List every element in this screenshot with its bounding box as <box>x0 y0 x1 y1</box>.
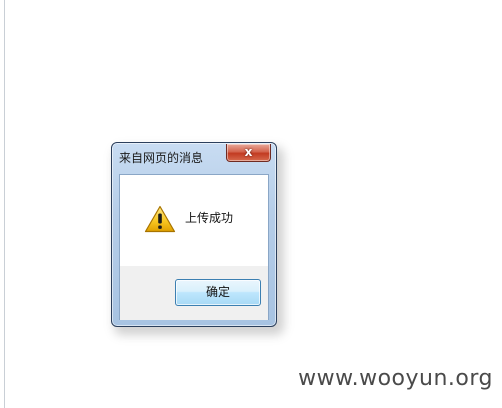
close-button[interactable]: x <box>226 144 271 162</box>
close-icon: x <box>244 145 253 159</box>
message-area: 上传成功 <box>120 175 268 266</box>
alert-dialog: 来自网页的消息 x 上传成功 确定 <box>111 142 277 327</box>
message-text: 上传成功 <box>185 211 234 225</box>
page-edge-divider <box>4 0 5 408</box>
button-area: 确定 <box>120 266 268 320</box>
warning-icon <box>144 205 176 233</box>
dialog-titlebar[interactable]: 来自网页的消息 x <box>112 143 276 173</box>
watermark-text: www.wooyun.org <box>298 366 493 391</box>
dialog-body: 上传成功 确定 <box>119 174 269 320</box>
dialog-title: 来自网页的消息 <box>119 151 204 165</box>
ok-button[interactable]: 确定 <box>175 279 261 306</box>
